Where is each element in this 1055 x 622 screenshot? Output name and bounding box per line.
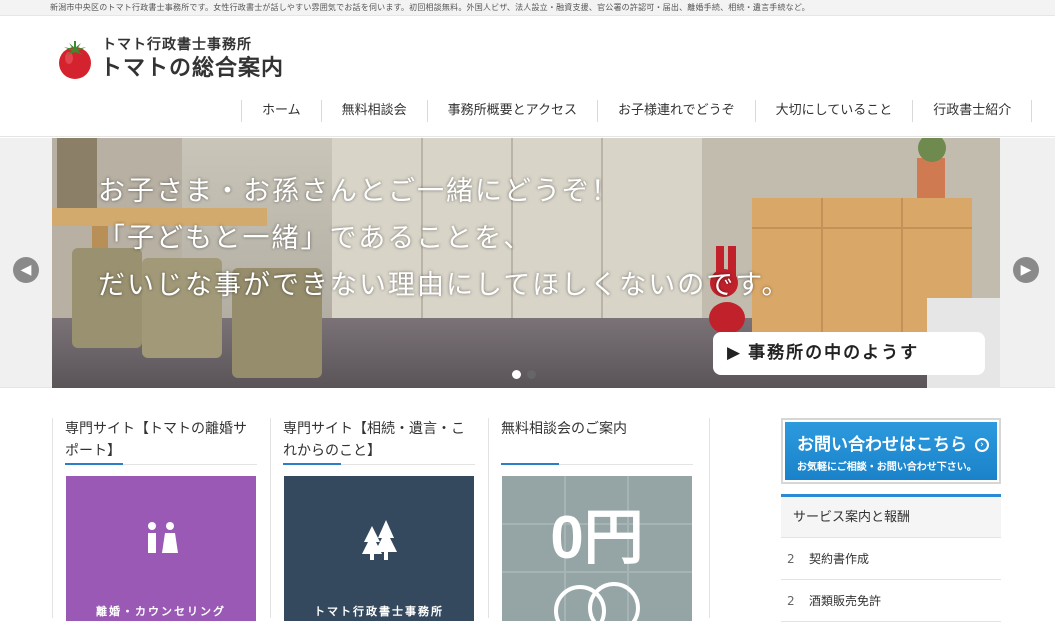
hero-slider: お子さま・お孫さんとご一緒にどうぞ！ 「子どもと一緒」であることを、 だいじな事… xyxy=(0,138,1055,388)
slider-dot-1[interactable] xyxy=(512,370,521,379)
card-title: 専門サイト【相続・遺言・これからのこと】 xyxy=(283,421,465,459)
caption-line-2: 「子どもと一緒」であることを、 xyxy=(98,223,533,254)
slider-dot-2[interactable] xyxy=(527,370,536,379)
contact-banner-title: お問い合わせはこちら › xyxy=(797,430,989,455)
office-interior-label: 事務所の中のようす xyxy=(748,343,920,363)
site-header: トマト行政書士事務所 トマトの総合案内 ホーム 無料相談会 事務所概要とアクセス… xyxy=(0,16,1055,137)
caption-line-1: お子さま・お孫さんとご一緒にどうぞ！ xyxy=(98,176,620,207)
zero-yen-text: 0円 xyxy=(550,504,643,571)
card-image[interactable]: トマト行政書士事務所 xyxy=(284,476,474,621)
play-arrow-icon: ▶ xyxy=(727,343,743,363)
nav-with-children[interactable]: お子様連れでどうぞ xyxy=(597,100,755,122)
contact-title-text: お問い合わせはこちら xyxy=(797,435,967,455)
slider-dots xyxy=(512,370,536,379)
main-nav: ホーム 無料相談会 事務所概要とアクセス お子様連れでどうぞ 大切にしていること… xyxy=(241,100,1033,122)
card-image[interactable]: 0円 xyxy=(502,476,692,621)
card-divorce-site[interactable]: 専門サイト【トマトの離婚サポート】 離婚・カウンセリング xyxy=(52,418,259,621)
caption-line-3: だいじな事ができない理由にしてほしくないのです。 xyxy=(98,270,791,301)
slider-next-button[interactable]: ▶ xyxy=(1013,257,1039,283)
couple-icon xyxy=(148,522,178,553)
card-image-label: 離婚・カウンセリング xyxy=(96,605,226,618)
card-divider-accent xyxy=(283,463,341,465)
office-interior-button[interactable]: ▶ 事務所の中のようす xyxy=(713,332,985,375)
card-inheritance-site[interactable]: 専門サイト【相続・遺言・これからのこと】 トマト行政書士事務所 xyxy=(270,418,477,621)
bullet-icon: 2 xyxy=(787,552,795,566)
contact-banner-inner: お問い合わせはこちら › お気軽にご相談・お問い合わせ下さい。 xyxy=(785,422,997,480)
arrow-circle-icon: › xyxy=(974,438,989,452)
nav-staff-intro[interactable]: 行政書士紹介 xyxy=(912,100,1033,122)
logo-title: トマトの総合案内 xyxy=(100,56,285,81)
card-image-art: 0円 xyxy=(502,476,692,621)
card-title: 無料相談会のご案内 xyxy=(501,421,627,437)
service-item-label: 酒類販売免許 xyxy=(809,594,882,608)
service-menu: サービス案内と報酬 2 契約書作成 2 酒類販売免許 xyxy=(781,494,1001,622)
slider-prev-button[interactable]: ◀ xyxy=(13,257,39,283)
chevron-left-icon: ◀ xyxy=(20,262,32,278)
card-title: 専門サイト【トマトの離婚サポート】 xyxy=(65,421,247,459)
chevron-right-icon: ▶ xyxy=(1020,262,1032,278)
card-divider-accent xyxy=(501,463,559,465)
nav-home[interactable]: ホーム xyxy=(241,100,321,122)
card-image[interactable]: 離婚・カウンセリング xyxy=(66,476,256,621)
trees-icon xyxy=(362,520,397,560)
service-item-contract[interactable]: 2 契約書作成 xyxy=(781,538,1001,580)
slide-caption: お子さま・お孫さんとご一緒にどうぞ！ 「子どもと一緒」であることを、 だいじな事… xyxy=(98,168,791,309)
top-info-bar: 新潟市中央区のトマト行政書士事務所です。女性行政書士が話しやすい雰囲気でお話を伺… xyxy=(0,0,1055,16)
card-divider-accent xyxy=(65,463,123,465)
contact-banner-subtitle: お気軽にご相談・お問い合わせ下さい。 xyxy=(797,462,977,473)
slide-image: お子さま・お孫さんとご一緒にどうぞ！ 「子どもと一緒」であることを、 だいじな事… xyxy=(52,138,1000,388)
card-free-consultation[interactable]: 無料相談会のご案内 0円 xyxy=(488,418,710,621)
tomato-icon xyxy=(59,41,91,79)
service-item-label: 契約書作成 xyxy=(809,552,870,566)
card-image-label: トマト行政書士事務所 xyxy=(314,605,444,618)
nav-office-access[interactable]: 事務所概要とアクセス xyxy=(426,100,597,122)
nav-free-consultation[interactable]: 無料相談会 xyxy=(320,100,427,122)
site-logo[interactable]: トマト行政書士事務所 トマトの総合案内 xyxy=(54,32,314,81)
contact-banner[interactable]: お問い合わせはこちら › お気軽にご相談・お問い合わせ下さい。 xyxy=(781,418,1001,484)
site-description: 新潟市中央区のトマト行政書士事務所です。女性行政書士が話しやすい雰囲気でお話を伺… xyxy=(50,3,810,12)
service-menu-heading: サービス案内と報酬 xyxy=(781,494,1001,538)
nav-our-values[interactable]: 大切にしていること xyxy=(754,100,913,122)
